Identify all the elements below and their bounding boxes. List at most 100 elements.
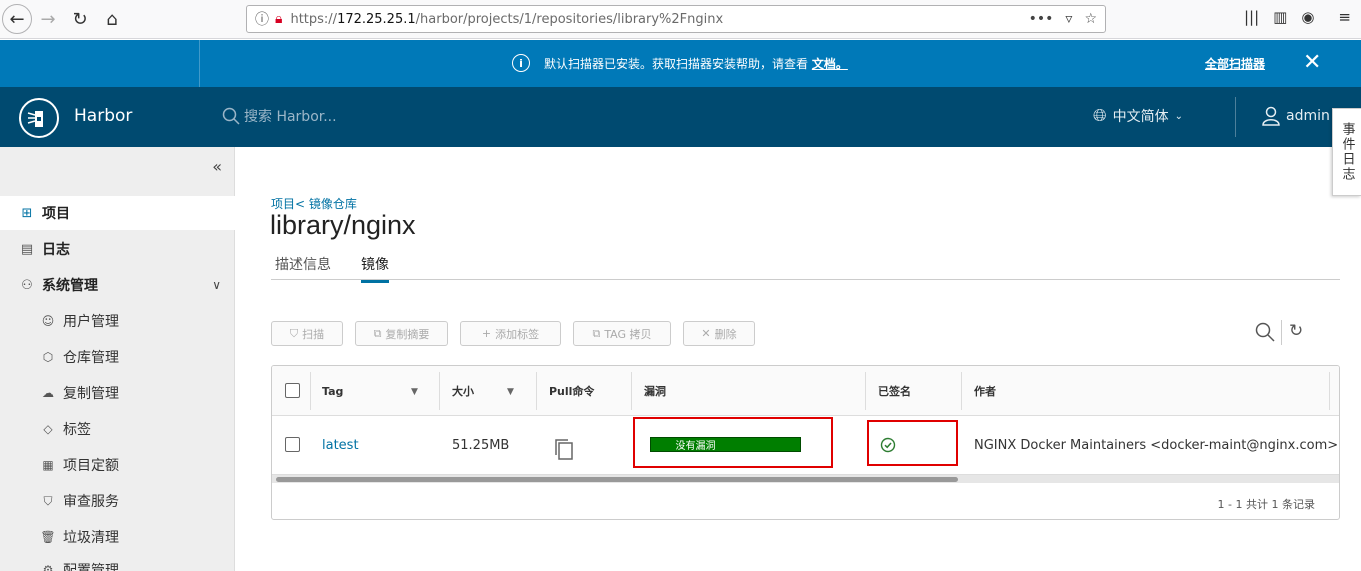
delete-label: 删除 — [714, 327, 737, 341]
horizontal-scrollbar[interactable] — [272, 474, 1339, 483]
banner-message: 默认扫描器已安装。获取扫描器安装帮助，请查看 — [544, 56, 809, 71]
sidebar-item-logs[interactable]: ▤ 日志 — [0, 232, 235, 266]
sidebar-item-label: 复制管理 — [63, 386, 119, 402]
size-cell: 51.25MB — [452, 437, 510, 453]
insecure-lock-icon[interactable]: 🔒︎ — [275, 11, 282, 27]
author-cell: NGINX Docker Maintainers <docker-maint@n… — [974, 437, 1339, 453]
close-icon[interactable]: ✕ — [1303, 50, 1321, 75]
browser-toolbar: ← → ↻ ⌂ ⓘ 🔒︎ https://172.25.25.1/harbor/… — [0, 0, 1361, 39]
home-icon[interactable]: ⌂ — [96, 3, 128, 35]
column-header-vulnerability[interactable]: 漏洞 — [632, 366, 666, 416]
back-arrow-icon[interactable]: ← — [2, 4, 32, 34]
row-checkbox[interactable] — [285, 437, 300, 452]
bookmark-star-icon[interactable]: ☆ — [1084, 11, 1097, 27]
search-input[interactable]: 搜索 Harbor... — [244, 106, 337, 126]
copy-digest-label: 复制摘要 — [385, 327, 430, 341]
brand-name[interactable]: Harbor — [74, 106, 132, 126]
shield-icon: ⛉ — [43, 493, 53, 508]
banner-doc-link[interactable]: 文档。 — [812, 57, 848, 71]
collapse-sidebar-icon[interactable]: « — [212, 157, 222, 176]
sidebar-item-labels[interactable]: ◇ 标签 — [40, 414, 91, 444]
more-actions-icon[interactable]: ••• — [1029, 11, 1054, 27]
tag-link[interactable]: latest — [322, 438, 359, 453]
banner-divider — [199, 40, 200, 87]
quota-icon: ▦ — [42, 458, 54, 472]
search-icon[interactable] — [1255, 322, 1275, 342]
copy-pull-command-icon[interactable] — [553, 435, 575, 463]
sidebar-item-gc[interactable]: 🗑︎ 垃圾清理 — [40, 522, 119, 552]
close-icon: ✕ — [701, 327, 711, 340]
add-label-button[interactable]: + 添加标签 — [460, 321, 561, 346]
language-selector[interactable]: 🌐︎ 中文简体 ⌄ — [1093, 106, 1183, 126]
info-icon[interactable]: ⓘ — [255, 9, 269, 29]
sidebar-item-registries[interactable]: ⬡ 仓库管理 — [40, 342, 119, 372]
refresh-icon[interactable]: ↻ — [1289, 321, 1303, 341]
tag-cell: latest — [322, 416, 359, 474]
scan-button[interactable]: ⛉ 扫描 — [271, 321, 343, 346]
column-header-tag[interactable]: Tag — [310, 366, 343, 416]
sidebar-item-config[interactable]: ⚙ 配置管理 — [40, 555, 119, 571]
column-header-signed[interactable]: 已签名 — [866, 366, 911, 416]
tab-bar: 描述信息 镜像 — [271, 250, 1340, 283]
harbor-logo-icon[interactable] — [19, 98, 59, 138]
sidebar-item-replication[interactable]: ☁ 复制管理 — [40, 378, 119, 408]
url-text: https://172.25.25.1/harbor/projects/1/re… — [290, 11, 724, 27]
scrollbar-thumb[interactable] — [276, 477, 958, 482]
add-label-label: 添加标签 — [495, 327, 540, 341]
address-bar[interactable]: ⓘ 🔒︎ https://172.25.25.1/harbor/projects… — [246, 5, 1106, 33]
column-header-author[interactable]: 作者 — [962, 366, 996, 416]
user-icon — [1262, 106, 1280, 126]
signed-highlight-box — [867, 420, 958, 466]
header-divider — [1235, 97, 1236, 137]
sidebar-item-interrogation[interactable]: ⛉ 审查服务 — [40, 486, 119, 516]
menu-icon[interactable]: ≡ — [1338, 8, 1351, 26]
plus-icon: + — [481, 327, 492, 340]
sidebar-item-label: 仓库管理 — [63, 350, 119, 366]
all-scanners-link[interactable]: 全部扫描器 — [1205, 55, 1265, 72]
tag-copy-button[interactable]: ⧉ TAG 拷贝 — [573, 321, 671, 346]
globe-icon: 🌐︎ — [1093, 106, 1107, 126]
select-all-checkbox[interactable] — [285, 383, 300, 398]
sidebar-item-label: 用户管理 — [63, 314, 119, 330]
sidebar-item-label: 垃圾清理 — [63, 530, 119, 546]
sidebar-item-label: 项目定额 — [63, 458, 119, 474]
filter-icon[interactable]: ▼ — [411, 387, 418, 397]
users-icon: ☺ — [41, 314, 55, 328]
sidebar-item-quotas[interactable]: ▦ 项目定额 — [40, 450, 119, 480]
scan-label: 扫描 — [302, 327, 325, 341]
sidebar-item-label: 系统管理 — [42, 278, 98, 294]
grid-header: Tag ▼ 大小 ▼ Pull命令 漏洞 已签名 作者 — [272, 366, 1339, 416]
sidebar-item-projects[interactable]: ⊞ 项目 — [0, 196, 235, 230]
chevron-down-icon: ⌄ — [1174, 110, 1183, 122]
sidebar-item-label: 审查服务 — [63, 494, 119, 510]
sidebar-item-admin[interactable]: ⚇ 系统管理 ∨ — [0, 268, 235, 302]
reload-icon[interactable]: ↻ — [64, 3, 96, 35]
pagination-summary: 1 - 1 共计 1 条记录 — [1217, 498, 1315, 511]
sidebar-item-users[interactable]: ☺ 用户管理 — [40, 306, 119, 336]
delete-button[interactable]: ✕ 删除 — [683, 321, 755, 346]
username: admin — [1286, 108, 1330, 124]
sidebar-item-label: 项目 — [42, 206, 70, 222]
global-search[interactable]: 搜索 Harbor... — [222, 106, 337, 126]
column-divider — [1329, 372, 1330, 410]
column-header-pull[interactable]: Pull命令 — [537, 366, 594, 416]
event-log-tab[interactable]: 事件日志 — [1332, 108, 1361, 196]
search-icon — [222, 107, 240, 125]
tab-images[interactable]: 镜像 — [361, 254, 389, 283]
column-header-size[interactable]: 大小 — [440, 366, 474, 416]
admin-icon: ⚇ — [21, 277, 33, 293]
registry-icon: ⬡ — [42, 350, 54, 364]
sidebar-toggle-icon[interactable]: ▥ — [1273, 8, 1287, 26]
tab-info[interactable]: 描述信息 — [275, 254, 331, 280]
vulnerability-highlight-box — [633, 417, 833, 468]
account-icon[interactable]: ◉ — [1301, 8, 1314, 26]
pocket-icon[interactable]: ▿ — [1065, 11, 1072, 27]
copy-digest-button[interactable]: ⧉ 复制摘要 — [355, 321, 448, 346]
tag-icon: ◇ — [43, 422, 53, 436]
filter-icon[interactable]: ▼ — [507, 387, 514, 397]
config-icon: ⚙ — [42, 563, 54, 571]
library-icon[interactable]: ||| — [1244, 8, 1259, 26]
forward-arrow-icon[interactable]: → — [32, 3, 64, 35]
sidebar-item-label: 配置管理 — [63, 563, 119, 571]
user-menu[interactable]: admin — [1262, 106, 1330, 126]
